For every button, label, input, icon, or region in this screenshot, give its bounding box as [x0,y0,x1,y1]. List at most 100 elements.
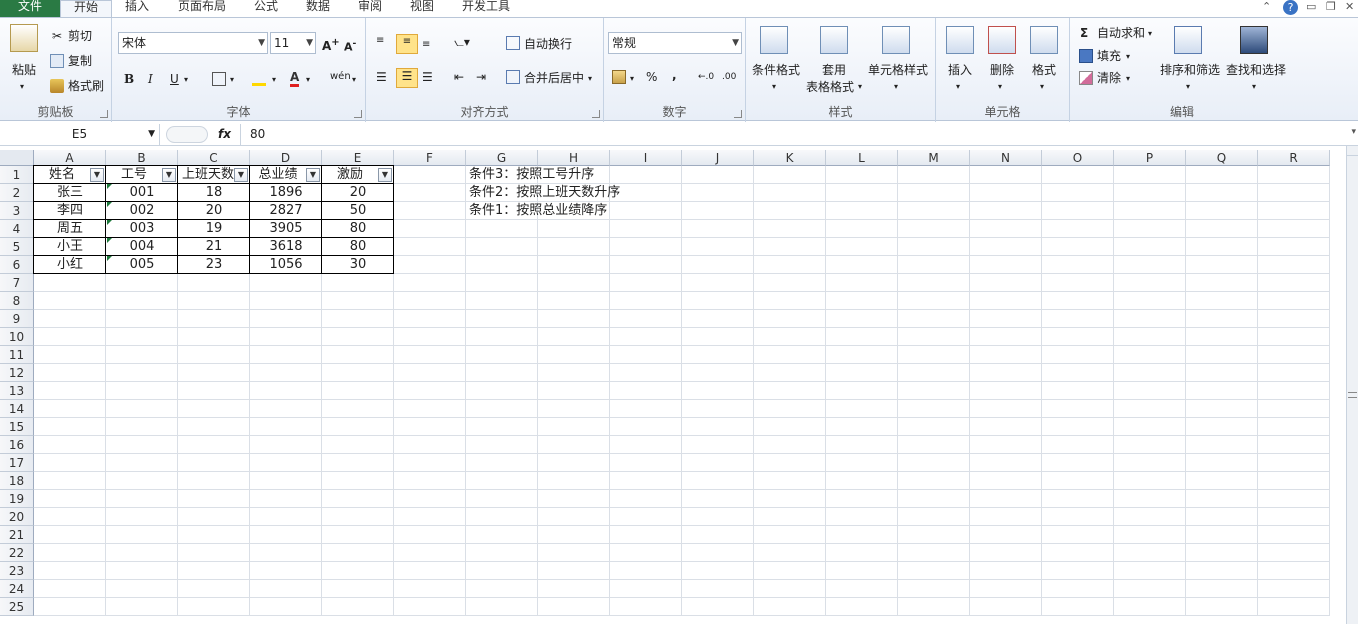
column-header-Q[interactable]: Q [1186,150,1258,166]
condition-note[interactable]: 条件2：按照上班天数升序 [469,184,620,202]
align-left-icon[interactable]: ☰ [376,70,387,84]
condition-note[interactable]: 条件3：按照工号升序 [469,166,594,184]
cut-button[interactable]: 剪切 [68,29,92,43]
row-header-14[interactable]: 14 [0,400,34,418]
insert-dropdown-icon[interactable]: ▾ [956,80,960,94]
number-dialog-launcher[interactable] [734,110,742,118]
conditional-format-button[interactable]: 条件格式 [752,63,800,77]
merge-center-button[interactable]: 合并后居中 [524,71,584,85]
percent-button[interactable]: % [646,70,657,84]
font-dialog-launcher[interactable] [354,110,362,118]
insert-cells-button[interactable]: 插入 [948,63,972,77]
cell-styles-button[interactable]: 单元格样式 [868,63,928,77]
column-header-G[interactable]: G [466,150,538,166]
row-header-1[interactable]: 1 [0,166,34,184]
comma-button[interactable]: , [672,68,677,82]
row-header-21[interactable]: 21 [0,526,34,544]
tab-insert[interactable]: 插入 [125,0,149,17]
border-dropdown-icon[interactable]: ▾ [230,73,234,87]
fill-dropdown-icon[interactable]: ▾ [1126,50,1130,64]
clipboard-dialog-launcher[interactable] [100,110,108,118]
tab-file[interactable]: 文件 [0,0,60,17]
row-header-17[interactable]: 17 [0,454,34,472]
format-painter-button[interactable]: 格式刷 [68,79,104,93]
row-header-23[interactable]: 23 [0,562,34,580]
row-header-7[interactable]: 7 [0,274,34,292]
row-header-12[interactable]: 12 [0,364,34,382]
autosum-button[interactable]: 自动求和 [1097,26,1145,40]
row-header-6[interactable]: 6 [0,256,34,274]
font-name-select[interactable]: 宋体 ▼ [118,32,268,54]
decrease-indent-icon[interactable]: ⇤ [454,70,464,84]
format-cells-button[interactable]: 格式 [1032,63,1056,77]
column-header-J[interactable]: J [682,150,754,166]
align-right-icon[interactable]: ☰ [422,70,433,84]
cell-styles-dropdown-icon[interactable]: ▾ [894,80,898,94]
paste-button[interactable]: 粘贴 [12,63,36,77]
select-all-corner[interactable] [0,150,34,166]
row-header-20[interactable]: 20 [0,508,34,526]
clear-button[interactable]: 清除 [1097,71,1121,85]
close-icon[interactable]: ✕ [1345,0,1354,13]
delete-dropdown-icon[interactable]: ▾ [998,80,1002,94]
column-header-A[interactable]: A [34,150,106,166]
autosum-dropdown-icon[interactable]: ▾ [1148,27,1152,41]
format-table-dropdown-icon[interactable]: ▾ [858,80,862,94]
row-header-13[interactable]: 13 [0,382,34,400]
row-header-11[interactable]: 11 [0,346,34,364]
delete-cells-button[interactable]: 删除 [990,63,1014,77]
paste-dropdown-icon[interactable]: ▾ [20,80,24,94]
wrap-text-button[interactable]: 自动换行 [524,37,572,51]
fill-color-dropdown-icon[interactable]: ▾ [272,73,276,87]
expand-formula-bar-icon[interactable]: ▾ [1351,127,1356,137]
font-color-dropdown-icon[interactable]: ▾ [306,73,310,87]
tab-home[interactable]: 开始 [60,0,112,17]
font-color-icon[interactable]: A [290,70,300,87]
number-format-select[interactable]: 常规 ▼ [608,32,742,54]
tab-view[interactable]: 视图 [410,0,434,17]
insert-function-button[interactable]: fx [218,124,231,145]
conditional-format-dropdown-icon[interactable]: ▾ [772,80,776,94]
find-select-button[interactable]: 查找和选择 [1226,63,1286,77]
condition-note[interactable]: 条件1：按照总业绩降序 [469,202,607,220]
fill-button[interactable]: 填充 [1097,49,1121,63]
tab-review[interactable]: 审阅 [358,0,382,17]
tab-developer[interactable]: 开发工具 [462,0,510,17]
collapse-ribbon-icon[interactable]: ⌃ [1262,0,1271,13]
row-header-2[interactable]: 2 [0,184,34,202]
border-icon[interactable] [212,72,226,86]
currency-icon[interactable] [612,70,626,84]
column-header-E[interactable]: E [322,150,394,166]
orientation-icon[interactable]: ⦦▾ [454,35,470,49]
tab-data[interactable]: 数据 [306,0,330,17]
row-header-18[interactable]: 18 [0,472,34,490]
row-header-19[interactable]: 19 [0,490,34,508]
scroll-thumb[interactable] [1348,392,1357,398]
vertical-scrollbar[interactable] [1346,146,1358,624]
underline-dropdown-icon[interactable]: ▾ [184,73,188,87]
column-header-M[interactable]: M [898,150,970,166]
tab-formulas[interactable]: 公式 [254,0,278,17]
phonetic-dropdown-icon[interactable]: ▾ [352,73,356,87]
grow-font-icon[interactable]: A+ [322,36,340,53]
underline-button[interactable]: U [170,72,179,86]
row-header-9[interactable]: 9 [0,310,34,328]
column-header-N[interactable]: N [970,150,1042,166]
copy-button[interactable]: 复制 [68,54,92,68]
find-dropdown-icon[interactable]: ▾ [1252,80,1256,94]
help-icon[interactable]: ? [1283,0,1298,15]
align-middle-icon[interactable]: ≡ [396,34,418,54]
row-header-4[interactable]: 4 [0,220,34,238]
shrink-font-icon[interactable]: A- [344,37,356,55]
column-header-R[interactable]: R [1258,150,1330,166]
name-box[interactable]: E5 ▼ [0,124,160,145]
font-size-select[interactable]: 11 ▼ [270,32,316,54]
increase-indent-icon[interactable]: ⇥ [476,70,486,84]
minimize-icon[interactable]: ▭ [1306,0,1316,13]
row-header-16[interactable]: 16 [0,436,34,454]
increase-decimal-icon[interactable]: ←.0 [698,70,714,84]
column-header-F[interactable]: F [394,150,466,166]
tab-page-layout[interactable]: 页面布局 [178,0,226,17]
merge-dropdown-icon[interactable]: ▾ [588,72,592,86]
column-header-P[interactable]: P [1114,150,1186,166]
